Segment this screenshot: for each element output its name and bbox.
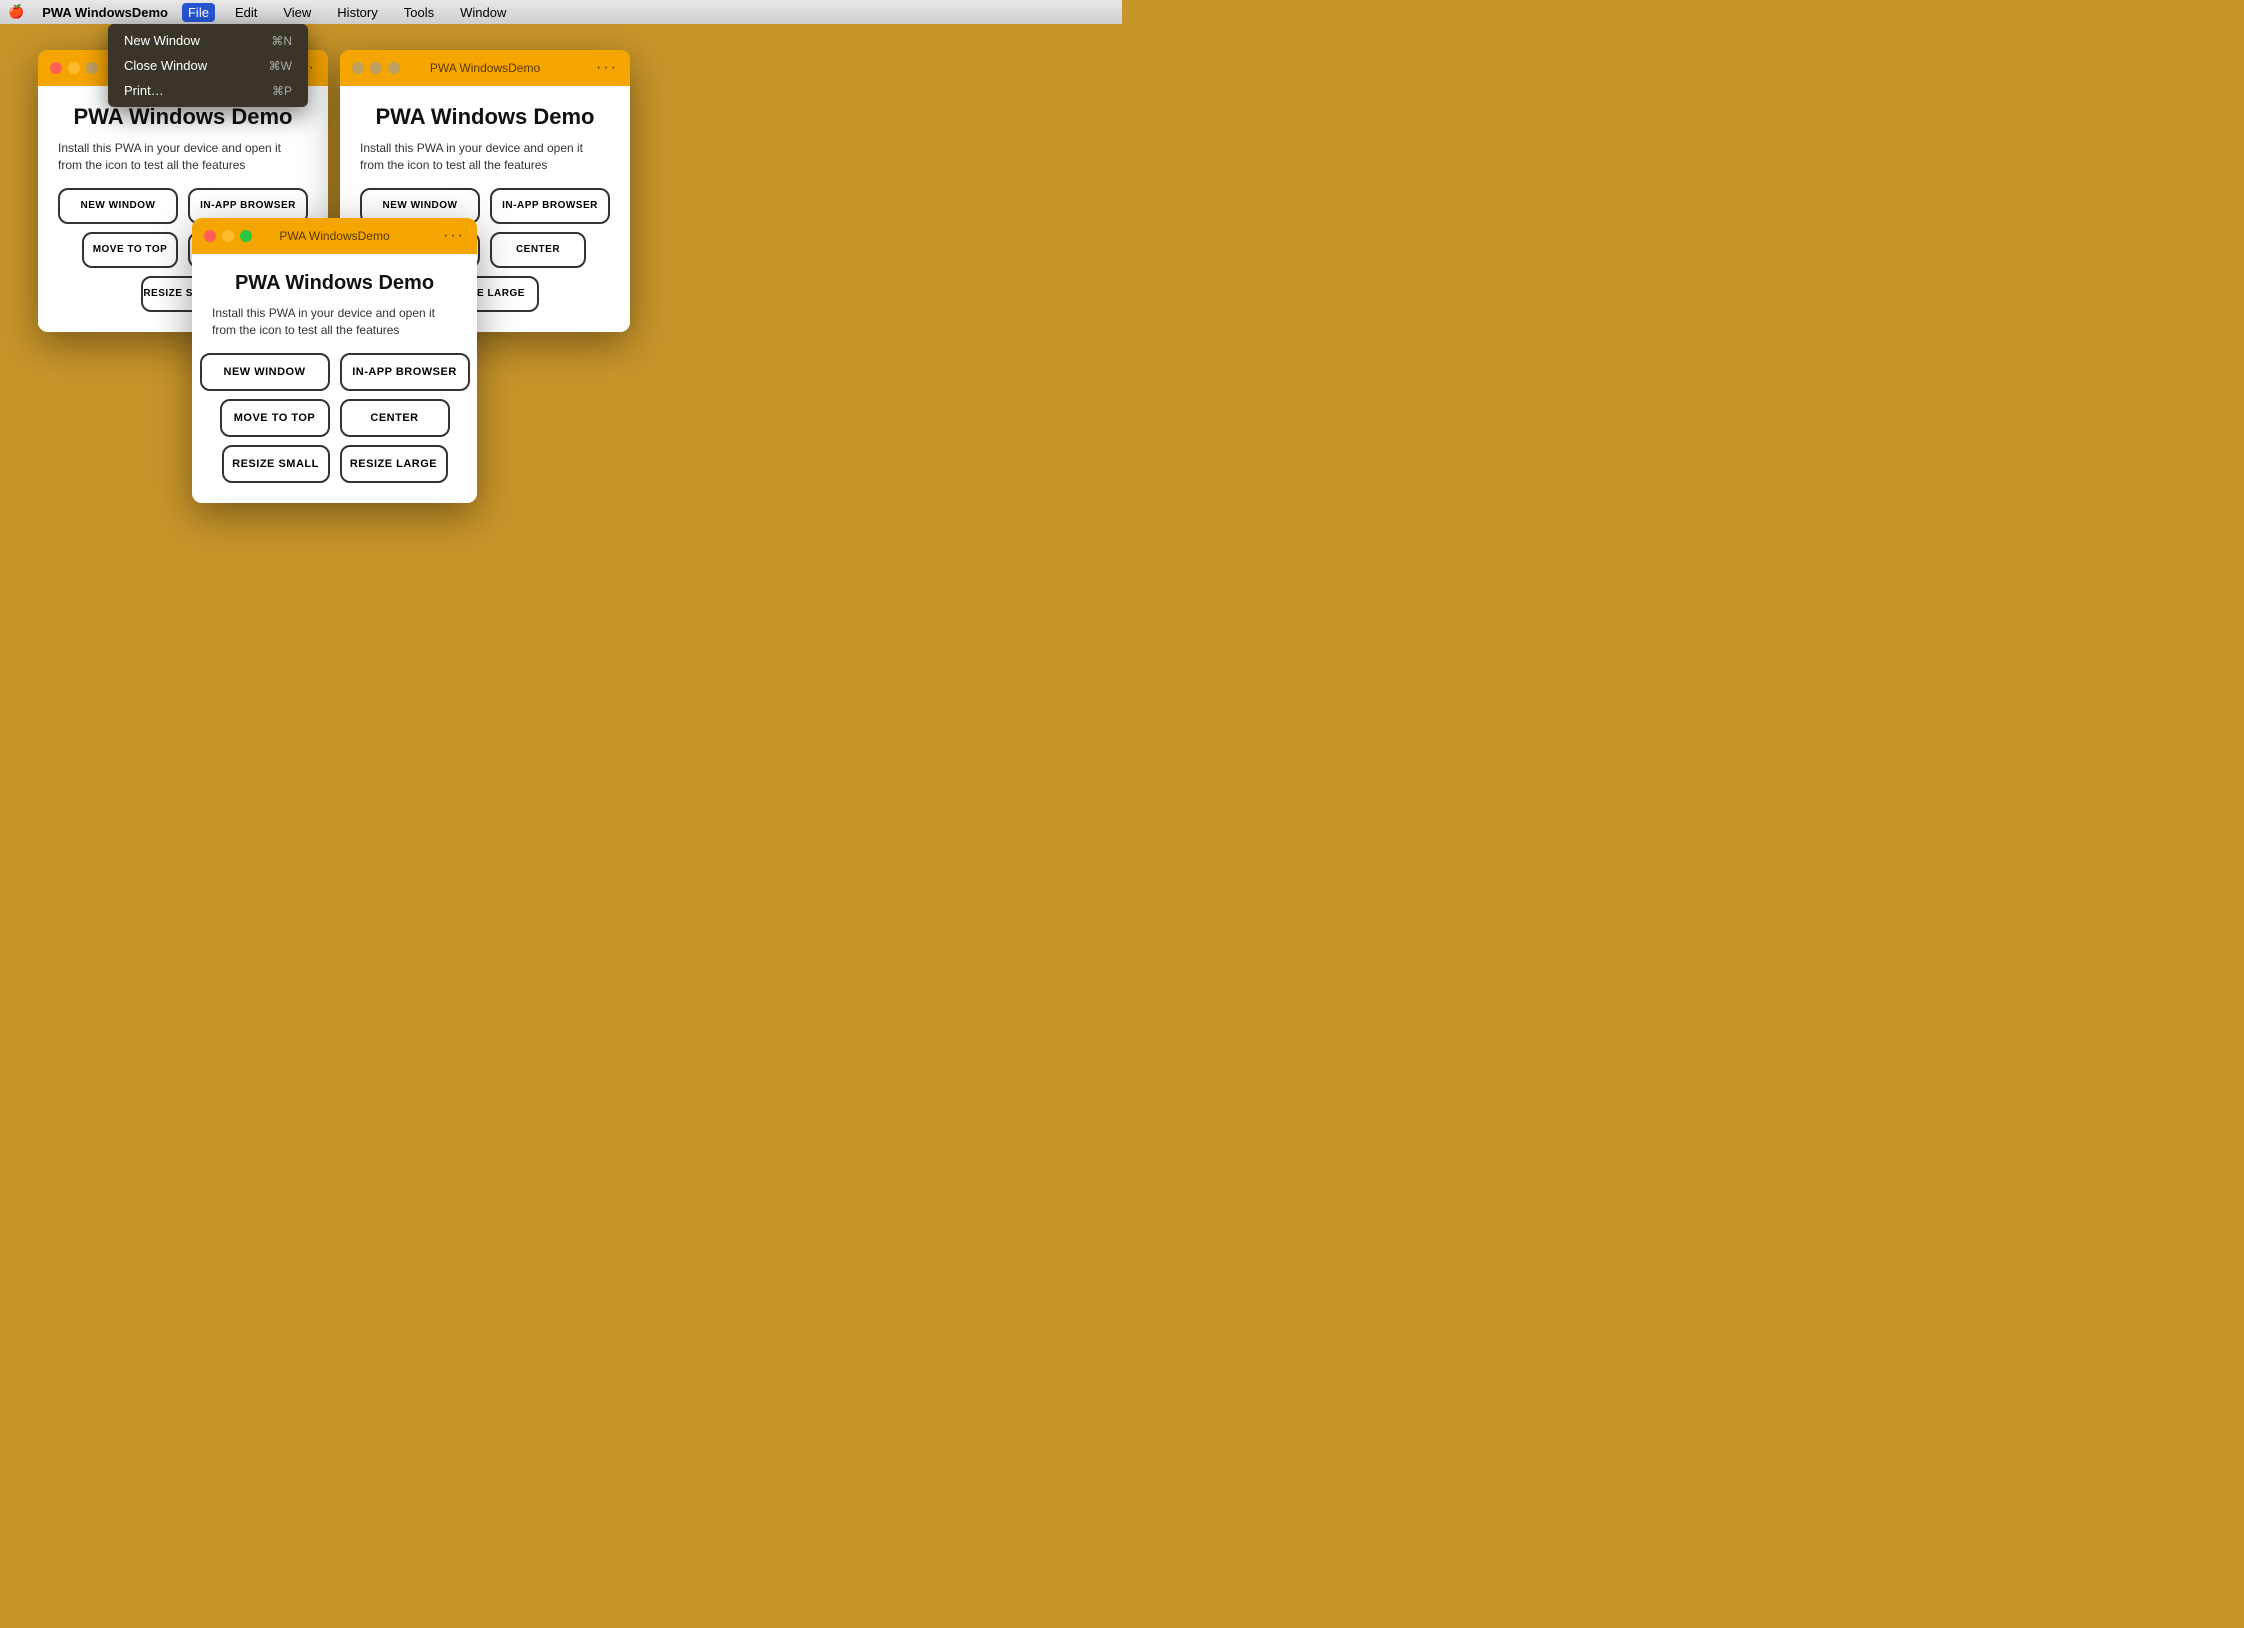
app-heading-1: PWA Windows Demo	[58, 104, 308, 130]
move-to-top-btn-1[interactable]: MOVE TO TOP	[82, 232, 178, 268]
close-button-1[interactable]	[50, 62, 62, 74]
new-window-btn-1[interactable]: NEW WINDOW	[58, 188, 178, 224]
titlebar-3: PWA WindowsDemo ···	[192, 218, 477, 254]
btn-row-3-3: RESIZE SMALL RESIZE LARGE	[222, 445, 448, 483]
window-dots-2[interactable]: ···	[596, 59, 618, 77]
traffic-lights-2	[352, 62, 400, 74]
in-app-browser-btn-3[interactable]: IN-APP BROWSER	[340, 353, 470, 391]
zoom-button-1[interactable]	[86, 62, 98, 74]
button-grid-3: NEW WINDOW IN-APP BROWSER MOVE TO TOP CE…	[212, 353, 457, 483]
new-window-shortcut: ⌘N	[271, 34, 292, 48]
traffic-lights-1	[50, 62, 98, 74]
menu-view[interactable]: View	[277, 3, 317, 22]
app-desc-1: Install this PWA in your device and open…	[58, 140, 308, 174]
app-desc-2: Install this PWA in your device and open…	[360, 140, 610, 174]
window-content-3: PWA Windows Demo Install this PWA in you…	[192, 254, 477, 503]
pwa-window-3: PWA WindowsDemo ··· PWA Windows Demo Ins…	[192, 218, 477, 503]
in-app-browser-btn-2[interactable]: IN-APP BROWSER	[490, 188, 610, 224]
apple-menu-icon[interactable]: 🍎	[8, 4, 24, 20]
menu-close-window[interactable]: Close Window ⌘W	[108, 53, 308, 78]
file-dropdown-menu: New Window ⌘N Close Window ⌘W Print… ⌘P	[108, 24, 308, 107]
btn-row-3-1: NEW WINDOW IN-APP BROWSER	[200, 353, 470, 391]
menu-print[interactable]: Print… ⌘P	[108, 78, 308, 103]
menu-history[interactable]: History	[331, 3, 383, 22]
resize-large-btn-3[interactable]: RESIZE LARGE	[340, 445, 448, 483]
menu-tools[interactable]: Tools	[398, 3, 440, 22]
titlebar-2: PWA WindowsDemo ···	[340, 50, 630, 86]
minimize-button-3[interactable]	[222, 230, 234, 242]
menu-new-window[interactable]: New Window ⌘N	[108, 28, 308, 53]
zoom-button-3[interactable]	[240, 230, 252, 242]
menu-window[interactable]: Window	[454, 3, 512, 22]
menubar: 🍎 PWA WindowsDemo File Edit View History…	[0, 0, 1122, 24]
app-heading-2: PWA Windows Demo	[360, 104, 610, 130]
zoom-button-2[interactable]	[388, 62, 400, 74]
move-to-top-btn-3[interactable]: MOVE TO TOP	[220, 399, 330, 437]
close-window-label: Close Window	[124, 58, 207, 73]
print-label: Print…	[124, 83, 164, 98]
window-title-2: PWA WindowsDemo	[430, 61, 540, 75]
close-button-3[interactable]	[204, 230, 216, 242]
app-heading-3: PWA Windows Demo	[212, 272, 457, 295]
window-title-3: PWA WindowsDemo	[279, 229, 389, 243]
minimize-button-2[interactable]	[370, 62, 382, 74]
traffic-lights-3	[204, 230, 252, 242]
menu-file[interactable]: File	[182, 3, 215, 22]
minimize-button-1[interactable]	[68, 62, 80, 74]
menu-edit[interactable]: Edit	[229, 3, 263, 22]
app-name: PWA WindowsDemo	[42, 5, 168, 20]
close-window-shortcut: ⌘W	[269, 59, 292, 73]
resize-small-btn-3[interactable]: RESIZE SMALL	[222, 445, 330, 483]
btn-row-3-2: MOVE TO TOP CENTER	[220, 399, 450, 437]
center-btn-3[interactable]: CENTER	[340, 399, 450, 437]
print-shortcut: ⌘P	[272, 84, 292, 98]
window-dots-3[interactable]: ···	[443, 227, 465, 245]
new-window-btn-3[interactable]: NEW WINDOW	[200, 353, 330, 391]
center-btn-2[interactable]: CENTER	[490, 232, 586, 268]
close-button-2[interactable]	[352, 62, 364, 74]
new-window-label: New Window	[124, 33, 200, 48]
app-desc-3: Install this PWA in your device and open…	[212, 305, 457, 339]
